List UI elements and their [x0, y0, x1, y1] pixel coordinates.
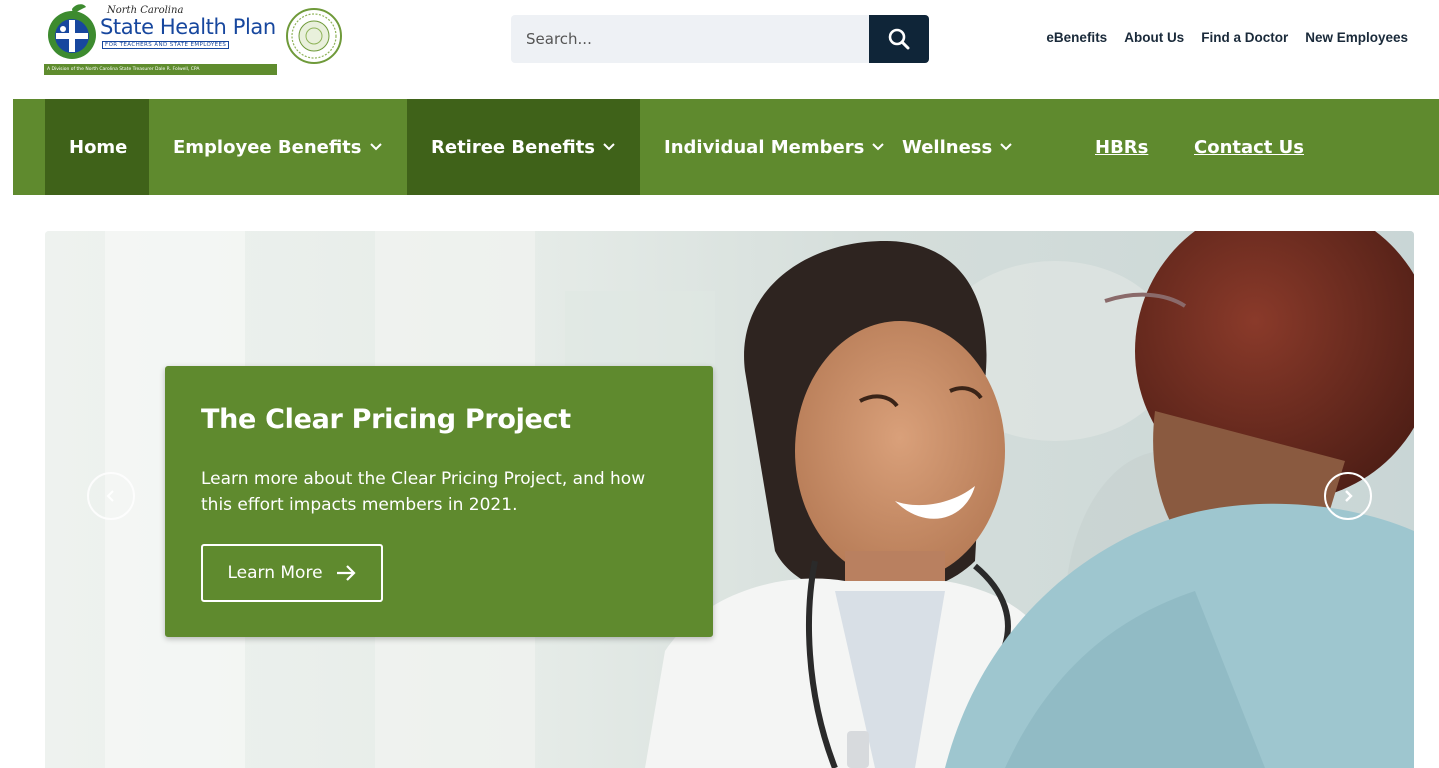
main-nav: Home Employee Benefits Retiree Benefits … — [13, 99, 1439, 195]
chevron-down-icon — [1000, 143, 1012, 151]
hero-carousel: The Clear Pricing Project Learn more abo… — [45, 231, 1414, 768]
carousel-next-button[interactable] — [1324, 472, 1372, 520]
utility-nav: eBenefits About Us Find a Doctor New Emp… — [1046, 30, 1408, 45]
state-seal-icon — [286, 8, 342, 64]
nav-item-label: Employee Benefits — [173, 136, 362, 158]
site-logo[interactable]: North Carolina State Health Plan FOR TEA… — [44, 3, 344, 75]
nav-item-individual-members[interactable]: Individual Members — [640, 99, 909, 195]
chevron-left-icon — [106, 490, 114, 502]
search-icon — [888, 28, 910, 50]
apple-logo-icon — [48, 4, 96, 59]
nav-item-employee-benefits[interactable]: Employee Benefits — [149, 99, 407, 195]
nav-item-label: Individual Members — [664, 136, 865, 158]
utility-link-about-us[interactable]: About Us — [1124, 30, 1184, 45]
learn-more-button[interactable]: Learn More — [201, 544, 383, 602]
nav-item-label: Home — [69, 136, 128, 158]
nav-item-home[interactable]: Home — [45, 99, 149, 195]
arrow-right-icon — [336, 565, 356, 581]
chevron-down-icon — [369, 143, 382, 151]
utility-link-find-a-doctor[interactable]: Find a Doctor — [1201, 30, 1288, 45]
site-header: North Carolina State Health Plan FOR TEA… — [0, 0, 1439, 99]
nav-item-label: HBRs — [1095, 136, 1149, 158]
nav-item-wellness[interactable]: Wellness — [878, 99, 1037, 195]
promo-title: The Clear Pricing Project — [201, 404, 571, 435]
chevron-down-icon — [603, 143, 615, 151]
search-button[interactable] — [869, 15, 929, 63]
logo-line-2: State Health Plan — [100, 15, 276, 39]
nav-item-contact-us[interactable]: Contact Us — [1170, 99, 1328, 195]
logo-line-3: FOR TEACHERS AND STATE EMPLOYEES — [102, 41, 230, 49]
search-input[interactable] — [511, 15, 869, 63]
utility-link-new-employees[interactable]: New Employees — [1305, 30, 1408, 45]
nav-item-hbrs[interactable]: HBRs — [1071, 99, 1172, 195]
logo-strip: A Division of the North Carolina State T… — [44, 64, 277, 75]
promo-card: The Clear Pricing Project Learn more abo… — [165, 366, 713, 637]
nav-item-label: Wellness — [902, 136, 993, 158]
carousel-prev-button[interactable] — [87, 472, 135, 520]
nav-item-label: Contact Us — [1194, 136, 1305, 158]
learn-more-label: Learn More — [227, 563, 323, 583]
utility-link-ebenefits[interactable]: eBenefits — [1046, 30, 1107, 45]
search-bar — [511, 15, 929, 63]
nav-item-retiree-benefits[interactable]: Retiree Benefits — [407, 99, 640, 195]
promo-description: Learn more about the Clear Pricing Proje… — [201, 469, 646, 515]
nav-item-label: Retiree Benefits — [431, 136, 596, 158]
chevron-right-icon — [1345, 490, 1353, 502]
